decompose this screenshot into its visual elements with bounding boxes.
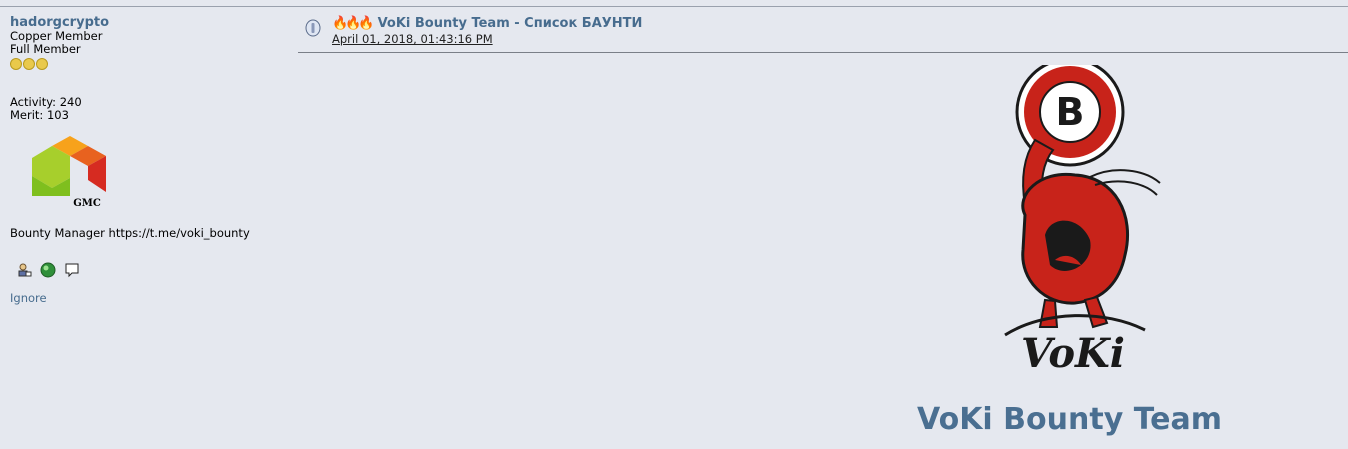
banner-title: VoKi Bounty Team [917,402,1223,437]
avatar: GMC [32,136,106,209]
post-date[interactable]: April 01, 2018, 01:43:16 PM [332,32,493,46]
message-icon [305,19,321,37]
coin-icon [10,58,22,70]
voki-logo: B VoKi [1004,65,1161,377]
avatar-label: GMC [73,198,101,209]
signature-text: Bounty Manager https://t.me/voki_bounty [10,226,250,240]
coin-icon [23,58,35,70]
rank-coins [10,58,290,70]
profile-icon[interactable] [16,262,32,278]
username-link[interactable]: hadorgcrypto [10,15,290,30]
website-icon[interactable] [40,262,56,278]
merit-label: Merit: 103 [10,108,69,122]
ignore-link[interactable]: Ignore [10,292,290,305]
coin-icon [36,58,48,70]
membership-label: Full Member [10,42,81,56]
pm-icon[interactable] [64,262,80,278]
top-border [0,0,1348,7]
post-title-text[interactable]: VoKi Bounty Team - Список БАУНТИ [378,16,643,31]
fire-icon: 🔥🔥🔥 [332,16,375,31]
bitcoin-symbol: B [1056,90,1085,134]
post-title[interactable]: 🔥🔥🔥 VoKi Bounty Team - Список БАУНТИ [332,16,642,31]
voki-logo-text: VoKi [1021,330,1125,377]
post-divider [298,52,1348,53]
poster-info: hadorgcrypto Copper Member Full Member A… [10,15,290,305]
